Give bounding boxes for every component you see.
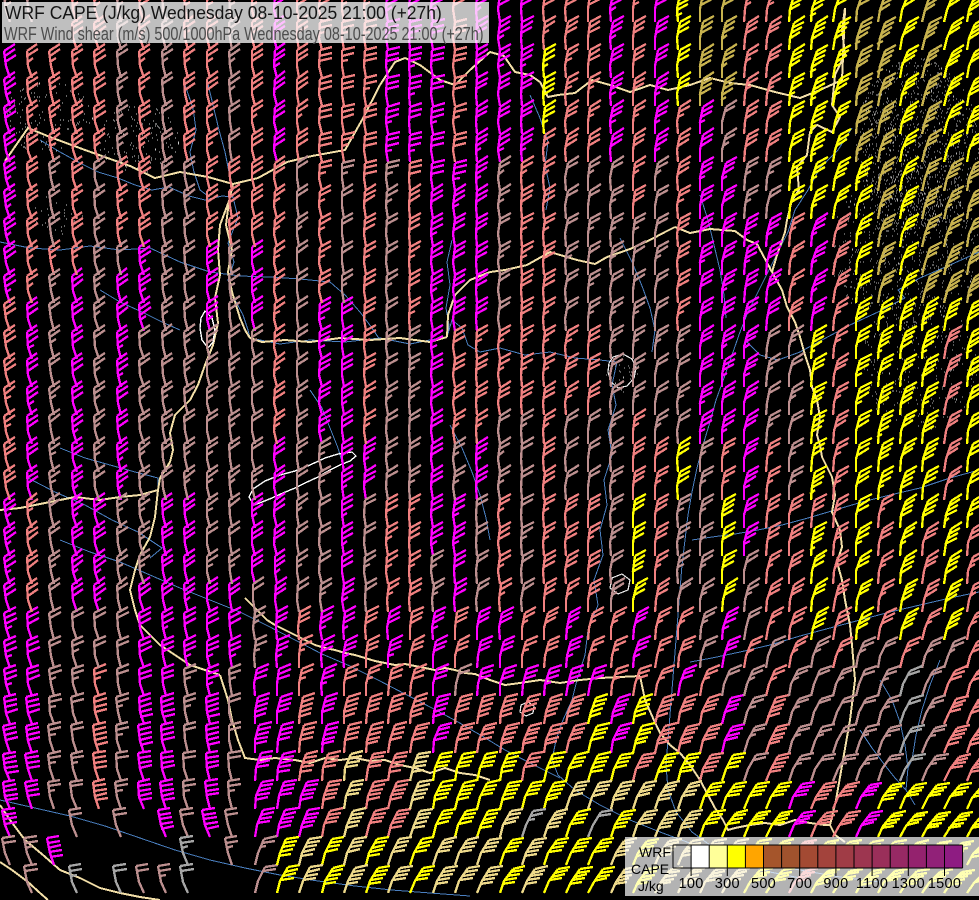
svg-text:100: 100 xyxy=(679,876,704,892)
svg-text:1500: 1500 xyxy=(928,876,961,892)
svg-text:900: 900 xyxy=(823,876,848,892)
svg-text:300: 300 xyxy=(715,876,740,892)
svg-text:J/kg: J/kg xyxy=(638,878,664,894)
svg-text:1300: 1300 xyxy=(892,876,925,892)
svg-text:CAPE: CAPE xyxy=(631,861,669,877)
svg-text:WRF: WRF xyxy=(639,844,671,860)
svg-text:500: 500 xyxy=(751,876,776,892)
svg-text:700: 700 xyxy=(787,876,812,892)
svg-text:1100: 1100 xyxy=(856,876,888,892)
